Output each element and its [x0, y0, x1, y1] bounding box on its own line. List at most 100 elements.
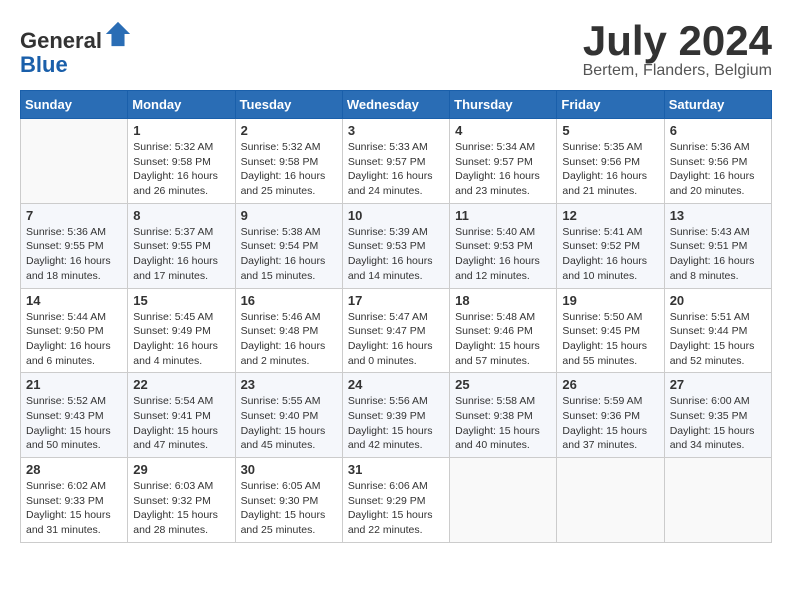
calendar-cell: 31 Sunrise: 6:06 AMSunset: 9:29 PMDayligh…	[342, 458, 449, 543]
day-info: Sunrise: 6:00 AMSunset: 9:35 PMDaylight:…	[670, 394, 766, 453]
day-number: 2	[241, 123, 337, 138]
day-info: Sunrise: 5:36 AMSunset: 9:55 PMDaylight:…	[26, 225, 122, 284]
calendar-week-2: 7 Sunrise: 5:36 AMSunset: 9:55 PMDaylight…	[21, 203, 772, 288]
day-number: 7	[26, 208, 122, 223]
calendar-cell	[664, 458, 771, 543]
day-info: Sunrise: 5:44 AMSunset: 9:50 PMDaylight:…	[26, 310, 122, 369]
day-info: Sunrise: 5:52 AMSunset: 9:43 PMDaylight:…	[26, 394, 122, 453]
day-number: 8	[133, 208, 229, 223]
day-number: 24	[348, 377, 444, 392]
day-info: Sunrise: 5:45 AMSunset: 9:49 PMDaylight:…	[133, 310, 229, 369]
day-number: 22	[133, 377, 229, 392]
day-info: Sunrise: 5:33 AMSunset: 9:57 PMDaylight:…	[348, 140, 444, 199]
calendar-cell: 2 Sunrise: 5:32 AMSunset: 9:58 PMDaylight…	[235, 119, 342, 204]
day-number: 16	[241, 293, 337, 308]
day-number: 27	[670, 377, 766, 392]
day-info: Sunrise: 5:32 AMSunset: 9:58 PMDaylight:…	[241, 140, 337, 199]
day-info: Sunrise: 5:34 AMSunset: 9:57 PMDaylight:…	[455, 140, 551, 199]
day-info: Sunrise: 5:55 AMSunset: 9:40 PMDaylight:…	[241, 394, 337, 453]
day-number: 9	[241, 208, 337, 223]
day-info: Sunrise: 6:02 AMSunset: 9:33 PMDaylight:…	[26, 479, 122, 538]
day-info: Sunrise: 5:35 AMSunset: 9:56 PMDaylight:…	[562, 140, 658, 199]
day-number: 13	[670, 208, 766, 223]
col-header-wednesday: Wednesday	[342, 91, 449, 119]
calendar-cell: 15 Sunrise: 5:45 AMSunset: 9:49 PMDayligh…	[128, 288, 235, 373]
col-header-saturday: Saturday	[664, 91, 771, 119]
day-number: 25	[455, 377, 551, 392]
logo-blue: Blue	[20, 52, 68, 77]
day-info: Sunrise: 5:40 AMSunset: 9:53 PMDaylight:…	[455, 225, 551, 284]
day-info: Sunrise: 5:59 AMSunset: 9:36 PMDaylight:…	[562, 394, 658, 453]
day-number: 6	[670, 123, 766, 138]
day-number: 1	[133, 123, 229, 138]
calendar-cell: 14 Sunrise: 5:44 AMSunset: 9:50 PMDayligh…	[21, 288, 128, 373]
calendar-cell	[450, 458, 557, 543]
col-header-tuesday: Tuesday	[235, 91, 342, 119]
day-info: Sunrise: 5:39 AMSunset: 9:53 PMDaylight:…	[348, 225, 444, 284]
calendar-cell: 6 Sunrise: 5:36 AMSunset: 9:56 PMDaylight…	[664, 119, 771, 204]
calendar-cell: 23Sunrise: 5:55 AMSunset: 9:40 PMDayligh…	[235, 373, 342, 458]
logo-general: General	[20, 28, 102, 53]
day-number: 30	[241, 462, 337, 477]
day-info: Sunrise: 5:58 AMSunset: 9:38 PMDaylight:…	[455, 394, 551, 453]
day-info: Sunrise: 5:51 AMSunset: 9:44 PMDaylight:…	[670, 310, 766, 369]
calendar-cell: 21 Sunrise: 5:52 AMSunset: 9:43 PMDayligh…	[21, 373, 128, 458]
day-number: 18	[455, 293, 551, 308]
month-title: July 2024	[583, 20, 772, 62]
calendar-cell: 11 Sunrise: 5:40 AMSunset: 9:53 PMDayligh…	[450, 203, 557, 288]
col-header-monday: Monday	[128, 91, 235, 119]
calendar-cell	[21, 119, 128, 204]
col-header-thursday: Thursday	[450, 91, 557, 119]
page-header: General Blue July 2024 Bertem, Flanders,…	[20, 20, 772, 80]
day-info: Sunrise: 5:56 AMSunset: 9:39 PMDaylight:…	[348, 394, 444, 453]
day-number: 26	[562, 377, 658, 392]
day-number: 10	[348, 208, 444, 223]
calendar-cell: 17 Sunrise: 5:47 AMSunset: 9:47 PMDayligh…	[342, 288, 449, 373]
day-number: 29	[133, 462, 229, 477]
calendar-cell: 30 Sunrise: 6:05 AMSunset: 9:30 PMDayligh…	[235, 458, 342, 543]
calendar-cell: 29Sunrise: 6:03 AMSunset: 9:32 PMDayligh…	[128, 458, 235, 543]
day-info: Sunrise: 5:43 AMSunset: 9:51 PMDaylight:…	[670, 225, 766, 284]
day-info: Sunrise: 5:36 AMSunset: 9:56 PMDaylight:…	[670, 140, 766, 199]
day-number: 28	[26, 462, 122, 477]
calendar-week-4: 21 Sunrise: 5:52 AMSunset: 9:43 PMDayligh…	[21, 373, 772, 458]
calendar-cell: 19Sunrise: 5:50 AMSunset: 9:45 PMDayligh…	[557, 288, 664, 373]
day-number: 19	[562, 293, 658, 308]
day-number: 21	[26, 377, 122, 392]
calendar-week-3: 14 Sunrise: 5:44 AMSunset: 9:50 PMDayligh…	[21, 288, 772, 373]
calendar-cell: 9 Sunrise: 5:38 AMSunset: 9:54 PMDaylight…	[235, 203, 342, 288]
day-info: Sunrise: 5:47 AMSunset: 9:47 PMDaylight:…	[348, 310, 444, 369]
title-block: July 2024 Bertem, Flanders, Belgium	[583, 20, 772, 80]
day-number: 15	[133, 293, 229, 308]
day-info: Sunrise: 5:38 AMSunset: 9:54 PMDaylight:…	[241, 225, 337, 284]
calendar-cell: 1Sunrise: 5:32 AMSunset: 9:58 PMDaylight…	[128, 119, 235, 204]
day-info: Sunrise: 5:41 AMSunset: 9:52 PMDaylight:…	[562, 225, 658, 284]
location: Bertem, Flanders, Belgium	[583, 62, 772, 80]
calendar-cell	[557, 458, 664, 543]
day-number: 31	[348, 462, 444, 477]
day-info: Sunrise: 6:06 AMSunset: 9:29 PMDaylight:…	[348, 479, 444, 538]
calendar-cell: 25 Sunrise: 5:58 AMSunset: 9:38 PMDayligh…	[450, 373, 557, 458]
day-number: 17	[348, 293, 444, 308]
col-header-friday: Friday	[557, 91, 664, 119]
calendar-cell: 8Sunrise: 5:37 AMSunset: 9:55 PMDaylight…	[128, 203, 235, 288]
day-number: 14	[26, 293, 122, 308]
calendar-week-1: 1 Sunrise: 5:32 AMSunset: 9:58 PMDaylight…	[21, 119, 772, 204]
day-number: 4	[455, 123, 551, 138]
calendar-cell: 28 Sunrise: 6:02 AMSunset: 9:33 PMDayligh…	[21, 458, 128, 543]
logo-icon	[104, 20, 132, 48]
calendar-cell: 20 Sunrise: 5:51 AMSunset: 9:44 PMDayligh…	[664, 288, 771, 373]
calendar-cell: 27 Sunrise: 6:00 AMSunset: 9:35 PMDayligh…	[664, 373, 771, 458]
day-number: 5	[562, 123, 658, 138]
day-number: 11	[455, 208, 551, 223]
calendar-cell: 7 Sunrise: 5:36 AMSunset: 9:55 PMDaylight…	[21, 203, 128, 288]
calendar-cell: 16Sunrise: 5:46 AMSunset: 9:48 PMDayligh…	[235, 288, 342, 373]
day-info: Sunrise: 6:05 AMSunset: 9:30 PMDaylight:…	[241, 479, 337, 538]
day-number: 3	[348, 123, 444, 138]
calendar-cell: 22Sunrise: 5:54 AMSunset: 9:41 PMDayligh…	[128, 373, 235, 458]
calendar-table: SundayMondayTuesdayWednesdayThursdayFrid…	[20, 90, 772, 543]
calendar-cell: 3 Sunrise: 5:33 AMSunset: 9:57 PMDaylight…	[342, 119, 449, 204]
day-info: Sunrise: 5:48 AMSunset: 9:46 PMDaylight:…	[455, 310, 551, 369]
day-number: 20	[670, 293, 766, 308]
calendar-cell: 10 Sunrise: 5:39 AMSunset: 9:53 PMDayligh…	[342, 203, 449, 288]
